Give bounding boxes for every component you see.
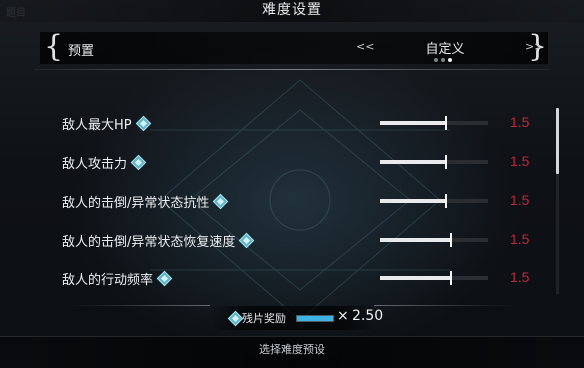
slider-fill xyxy=(380,160,446,164)
page-dot xyxy=(441,58,445,62)
slider-knob[interactable] xyxy=(445,194,447,208)
setting-slider[interactable] xyxy=(380,116,488,130)
diamond-icon xyxy=(213,193,229,210)
page-dot-active xyxy=(448,58,452,62)
setting-row-stagger-resistance[interactable]: 敌人的击倒/异常状态抗性 1.5 xyxy=(0,190,584,214)
preset-page-indicator xyxy=(434,58,452,62)
setting-label: 敌人的行动频率 xyxy=(62,269,173,288)
multiplier-symbol: × xyxy=(337,308,349,324)
reward-value: 2.50 xyxy=(352,308,384,324)
setting-label: 敌人攻击力 xyxy=(62,153,147,172)
preset-prev-arrow-icon[interactable]: << xyxy=(356,40,374,53)
setting-slider[interactable] xyxy=(380,271,488,285)
footer-hint: 选择难度预设 xyxy=(259,343,325,356)
slider-knob[interactable] xyxy=(450,233,452,247)
setting-value: 1.5 xyxy=(510,153,530,169)
setting-row-stagger-recovery[interactable]: 敌人的击倒/异常状态恢复速度 1.5 xyxy=(0,229,584,253)
decorative-line xyxy=(70,305,210,306)
reward-label: 残片奖励 xyxy=(242,312,286,325)
setting-value: 1.5 xyxy=(510,269,530,285)
slider-fill xyxy=(380,238,451,242)
setting-label: 敌人最大HP xyxy=(62,114,151,133)
slider-fill xyxy=(380,276,451,280)
decorative-line xyxy=(374,305,514,306)
slider-fill xyxy=(380,121,446,125)
slider-knob[interactable] xyxy=(445,116,447,130)
setting-row-enemy-max-hp[interactable]: 敌人最大HP 1.5 xyxy=(0,112,584,136)
diamond-icon xyxy=(156,270,173,287)
preset-next-arrow-icon[interactable]: >> xyxy=(525,40,543,53)
setting-row-enemy-attack[interactable]: 敌人攻击力 1.5 xyxy=(0,151,584,175)
setting-value: 1.5 xyxy=(510,114,530,130)
preset-value: 自定义 xyxy=(425,42,465,57)
setting-slider[interactable] xyxy=(380,194,488,208)
slider-knob[interactable] xyxy=(450,271,452,285)
left-bracket-icon: { xyxy=(44,29,64,64)
setting-value: 1.5 xyxy=(510,192,530,208)
setting-row-action-frequency[interactable]: 敌人的行动频率 1.5 xyxy=(0,267,584,291)
divider xyxy=(34,69,550,70)
page-dot xyxy=(434,58,438,62)
slider-fill xyxy=(380,199,446,203)
scrollbar-thumb[interactable] xyxy=(556,108,559,174)
setting-slider[interactable] xyxy=(380,233,488,247)
diamond-icon xyxy=(135,115,151,132)
diamond-icon xyxy=(239,232,255,249)
reward-meter xyxy=(296,315,334,322)
setting-value: 1.5 xyxy=(510,231,530,247)
slider-knob[interactable] xyxy=(445,155,447,169)
setting-slider[interactable] xyxy=(380,155,488,169)
diamond-icon xyxy=(130,154,147,171)
reward-meter-fill xyxy=(297,316,333,321)
page-title: 难度设置 xyxy=(262,2,322,18)
setting-label: 敌人的击倒/异常状态恢复速度 xyxy=(62,231,255,250)
preset-label: 预置 xyxy=(68,44,95,59)
setting-label: 敌人的击倒/异常状态抗性 xyxy=(62,192,229,211)
